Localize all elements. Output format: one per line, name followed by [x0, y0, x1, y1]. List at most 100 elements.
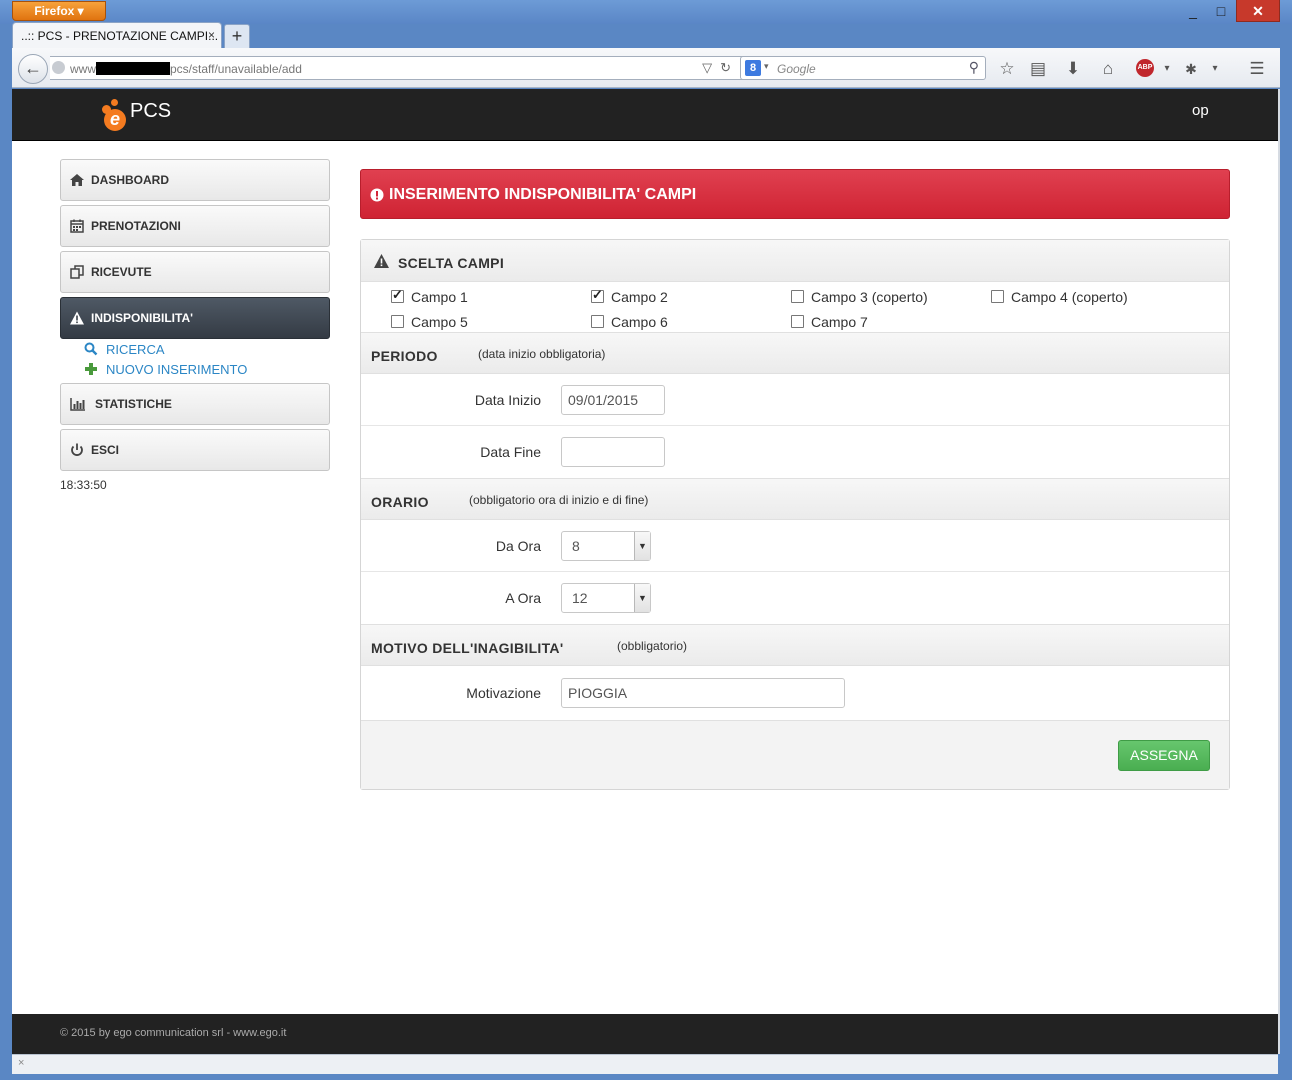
field-label: Data Inizio — [474, 392, 541, 408]
plus-icon — [85, 363, 97, 375]
page-viewport: e PCS op DASHBOARD PRENOTAZIONI RICEVUTE… — [12, 89, 1278, 1054]
sublink-nuovo-inserimento[interactable]: NUOVO INSERIMENTO — [84, 362, 247, 377]
checkbox-campo-1[interactable]: Campo 1 — [391, 287, 468, 305]
checkbox-box[interactable] — [391, 287, 404, 303]
brand-title[interactable]: PCS — [130, 100, 171, 123]
field-label: Motivazione — [466, 685, 541, 701]
scrollbar[interactable] — [1278, 89, 1280, 1054]
checkbox-box[interactable] — [591, 315, 604, 328]
home-icon[interactable]: ⌂ — [1097, 58, 1119, 80]
field-label: Data Fine — [480, 444, 541, 460]
checkbox-campo-2[interactable]: Campo 2 — [591, 287, 668, 305]
checkbox-campo-7[interactable]: Campo 7 — [791, 314, 868, 330]
checkbox-campo-4[interactable]: Campo 4 (coperto) — [991, 289, 1128, 305]
minimize-button[interactable]: _ — [1180, 0, 1206, 22]
url-redaction — [96, 62, 170, 75]
search-icon — [84, 342, 98, 356]
menu-icon[interactable]: ☰ — [1246, 58, 1268, 80]
section-title: SCELTA CAMPI — [398, 255, 505, 271]
extension-icon[interactable]: ✱ — [1180, 58, 1202, 80]
sidebar-item-prenotazioni[interactable]: PRENOTAZIONI — [60, 205, 330, 247]
new-tab-button[interactable]: + — [224, 24, 250, 48]
sublink-ricerca[interactable]: RICERCA — [84, 342, 165, 357]
power-icon — [71, 443, 83, 456]
sidebar-item-label: RICEVUTE — [91, 265, 152, 279]
checkbox-campo-5[interactable]: Campo 5 — [391, 314, 468, 330]
chevron-down-icon[interactable]: ▾ — [1204, 58, 1226, 80]
sidebar-item-esci[interactable]: ESCI — [60, 429, 330, 471]
sidebar-item-statistiche[interactable]: STATISTICHE — [60, 383, 330, 425]
search-icon[interactable]: ⚲ — [969, 59, 979, 76]
section-header-motivo: MOTIVO DELL'INAGIBILITA' (obbligatorio) — [361, 624, 1229, 666]
checkbox-box[interactable] — [991, 290, 1004, 303]
sidebar-item-dashboard[interactable]: DASHBOARD — [60, 159, 330, 201]
url-bar[interactable]: www pcs/staff/unavailable/add ▽↻ — [50, 56, 746, 80]
sublink-label: NUOVO INSERIMENTO — [106, 362, 248, 377]
back-arrow-icon[interactable]: ← — [18, 54, 48, 84]
user-menu[interactable]: op — [1192, 102, 1209, 119]
da-ora-select[interactable]: 8 ▼ — [561, 531, 651, 561]
reload-icon[interactable]: ▽↻ — [702, 60, 739, 76]
checkbox-box[interactable] — [791, 315, 804, 328]
window-close-button[interactable]: ✕ — [1236, 0, 1280, 22]
a-ora-select[interactable]: 12 ▼ — [561, 583, 651, 613]
checkbox-box[interactable] — [391, 315, 404, 328]
row-data-inizio: Data Inizio 09/01/2015 — [361, 374, 1229, 426]
section-header-periodo: PERIODO (data inizio obbligatoria) — [361, 332, 1229, 374]
checkbox-label: Campo 4 (coperto) — [1011, 289, 1128, 305]
assegna-button[interactable]: ASSEGNA — [1118, 740, 1210, 771]
adblock-icon[interactable]: ABP — [1136, 59, 1154, 77]
row-data-fine: Data Fine — [361, 426, 1229, 478]
exclamation-circle-icon — [370, 188, 384, 202]
sidebar-item-ricevute[interactable]: RICEVUTE — [60, 251, 330, 293]
select-value: 8 — [572, 538, 580, 554]
data-fine-input[interactable] — [561, 437, 665, 467]
page-title-alert: INSERIMENTO INDISPONIBILITA' CAMPI — [360, 169, 1230, 219]
warning-icon — [374, 254, 389, 268]
close-icon[interactable]: × — [18, 1057, 24, 1069]
tab-close-icon[interactable]: × — [208, 28, 215, 42]
warning-icon — [70, 311, 84, 325]
page-title: INSERIMENTO INDISPONIBILITA' CAMPI — [389, 186, 697, 203]
motivazione-input[interactable]: PIOGGIA — [561, 678, 845, 708]
checkbox-campo-6[interactable]: Campo 6 — [591, 314, 668, 330]
maximize-button[interactable]: □ — [1208, 0, 1234, 22]
sidebar-item-label: PRENOTAZIONI — [91, 219, 181, 233]
checkbox-label: Campo 1 — [411, 289, 468, 305]
sidebar-item-indisponibilita[interactable]: INDISPONIBILITA' — [60, 297, 330, 339]
star-icon[interactable]: ☆ — [996, 58, 1018, 80]
tab-title: ..:: PCS - PRENOTAZIONE CAMPI... — [21, 29, 219, 43]
row-a-ora: A Ora 12 ▼ — [361, 572, 1229, 624]
checkbox-box[interactable] — [591, 287, 604, 303]
ego-logo[interactable]: e — [102, 99, 132, 131]
calendar-icon — [70, 219, 84, 233]
reading-list-icon[interactable]: ▤ — [1027, 58, 1049, 80]
sidebar-item-label: STATISTICHE — [95, 397, 172, 411]
window-titlebar: Firefox ▾ _ □ ✕ — [0, 0, 1292, 24]
checkbox-label: Campo 3 (coperto) — [811, 289, 928, 305]
section-note: (obbligatorio) — [617, 639, 688, 653]
checkbox-campo-3[interactable]: Campo 3 (coperto) — [791, 289, 928, 305]
search-input[interactable]: 8 ▾ Google ⚲ — [740, 56, 986, 80]
google-engine-icon[interactable]: 8 — [745, 60, 761, 76]
chevron-down-icon[interactable]: ▼ — [634, 532, 650, 560]
field-label: A Ora — [505, 590, 541, 606]
chevron-down-icon[interactable]: ▾ — [764, 61, 769, 72]
sublink-label: RICERCA — [106, 342, 165, 357]
chevron-down-icon[interactable]: ▼ — [634, 584, 650, 612]
clock: 18:33:50 — [60, 478, 107, 492]
row-da-ora: Da Ora 8 ▼ — [361, 520, 1229, 572]
tab-strip: ..:: PCS - PRENOTAZIONE CAMPI... × + — [0, 22, 1292, 48]
chevron-down-icon[interactable]: ▾ — [1156, 58, 1178, 80]
firefox-menu-button[interactable]: Firefox ▾ — [12, 1, 106, 21]
section-note: (obbligatorio ora di inizio e di fine) — [469, 493, 649, 507]
browser-tab[interactable]: ..:: PCS - PRENOTAZIONE CAMPI... × — [12, 22, 222, 48]
section-header-orario: ORARIO (obbligatorio ora di inizio e di … — [361, 478, 1229, 520]
data-inizio-input[interactable]: 09/01/2015 — [561, 385, 665, 415]
section-title: MOTIVO DELL'INAGIBILITA' — [371, 640, 564, 656]
section-header-campi: SCELTA CAMPI — [361, 240, 1229, 282]
app-footer: © 2015 by ego communication srl - www.eg… — [12, 1014, 1278, 1054]
checkbox-box[interactable] — [791, 290, 804, 303]
navigation-toolbar: ← www pcs/staff/unavailable/add ▽↻ 8 ▾ Go… — [12, 48, 1280, 88]
download-icon[interactable]: ⬇ — [1062, 58, 1084, 80]
